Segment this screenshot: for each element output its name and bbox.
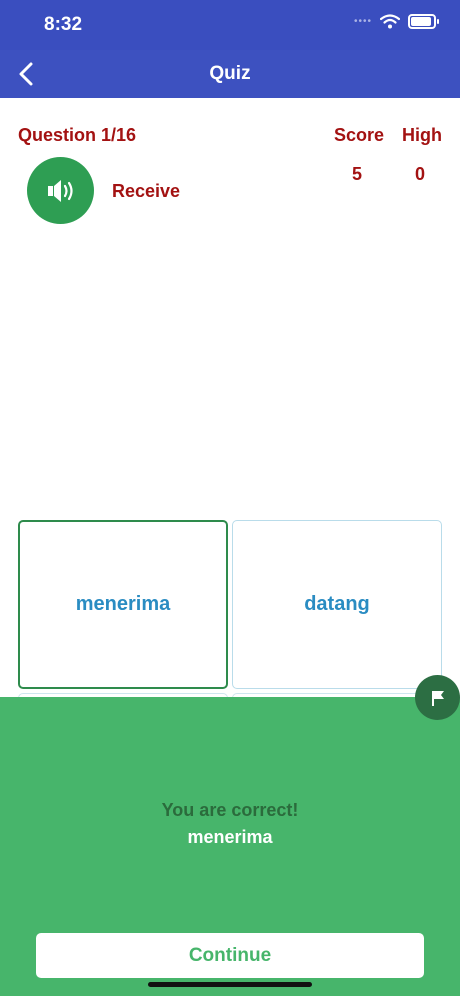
nav-bar: Quiz bbox=[0, 50, 460, 98]
report-flag-button[interactable] bbox=[415, 675, 460, 720]
feedback-title: You are correct! bbox=[161, 800, 299, 820]
prompt-word: Receive bbox=[112, 181, 181, 201]
status-bar: 8:32 •••• bbox=[0, 0, 460, 50]
nav-title: Quiz bbox=[209, 63, 251, 84]
speaker-icon bbox=[47, 179, 73, 202]
play-audio-button[interactable] bbox=[27, 157, 94, 224]
answer-option-1-label: menerima bbox=[75, 593, 171, 615]
battery-icon bbox=[408, 14, 439, 29]
signal-icon: •••• bbox=[353, 16, 372, 27]
status-time: 8:32 bbox=[44, 14, 83, 35]
answer-option-2-label: datang bbox=[304, 593, 370, 615]
flag-icon bbox=[431, 690, 444, 706]
high-score-label: High bbox=[402, 125, 442, 145]
wifi-icon bbox=[380, 14, 400, 29]
score-value: 5 bbox=[352, 164, 363, 184]
home-indicator bbox=[148, 982, 312, 987]
answer-option-1[interactable]: menerima bbox=[18, 520, 228, 689]
question-counter: Question 1/16 bbox=[18, 125, 137, 145]
answer-option-2[interactable]: datang bbox=[232, 520, 442, 689]
feedback-answer: menerima bbox=[187, 827, 273, 847]
score-label: Score bbox=[334, 125, 385, 145]
continue-button-label: Continue bbox=[188, 944, 272, 966]
continue-button[interactable]: Continue bbox=[36, 933, 424, 978]
high-score-value: 0 bbox=[415, 164, 426, 184]
status-icons: •••• bbox=[353, 14, 439, 29]
